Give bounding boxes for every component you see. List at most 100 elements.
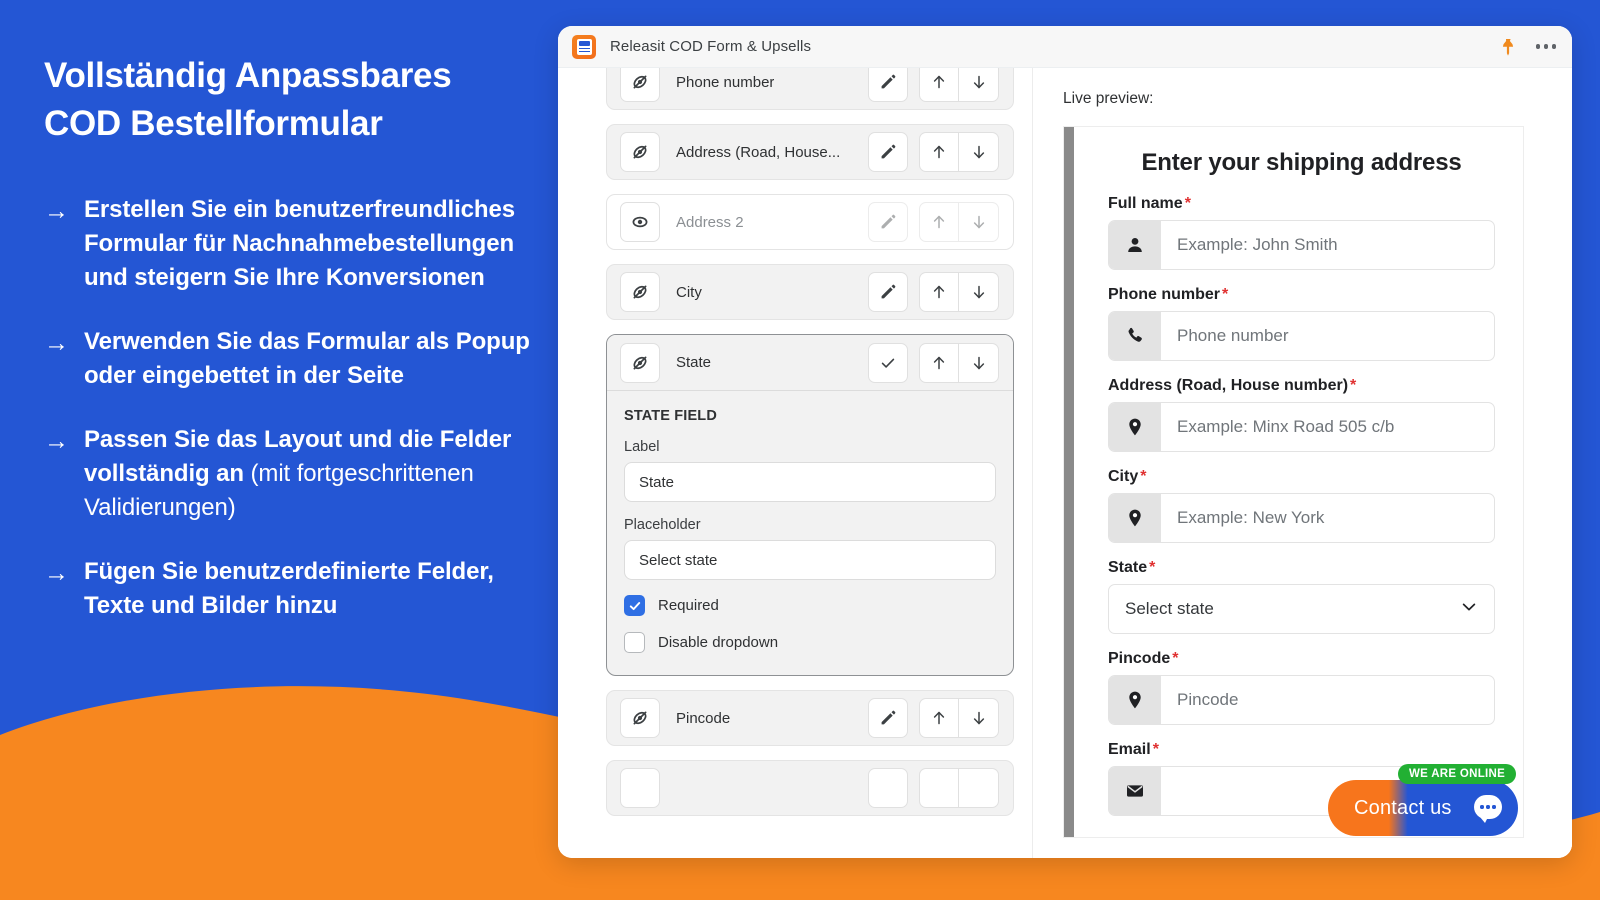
preview-input-address[interactable]: Example: Minx Road 505 c/b	[1108, 402, 1495, 452]
disable-dropdown-label: Disable dropdown	[658, 634, 779, 651]
reorder-buttons	[919, 202, 999, 242]
app-body: Phone number Address (Road, House... Add…	[558, 68, 1572, 858]
marketing-panel: Vollständig Anpassbares COD Bestellformu…	[44, 52, 554, 653]
preview-field-label: Address (Road, House number) *	[1108, 377, 1495, 395]
list-item: → Verwenden Sie das Formular als Popup o…	[44, 325, 554, 393]
eye-off-icon[interactable]	[620, 68, 660, 102]
arrow-up-icon[interactable]	[919, 202, 959, 242]
label-input[interactable]: State	[624, 462, 996, 502]
arrow-up-icon[interactable]	[919, 342, 959, 383]
state-field-header[interactable]: State	[607, 335, 1013, 391]
row-actions	[868, 768, 999, 808]
arrow-down-icon[interactable]	[959, 132, 999, 172]
chat-bubble-icon[interactable]	[1474, 795, 1502, 823]
table-row[interactable]: Pincode	[606, 690, 1014, 746]
label-text: State	[1108, 559, 1148, 576]
state-field-editor-card: State STATE FIELD Label State Placeholde…	[606, 334, 1014, 676]
placeholder-input[interactable]: Select state	[624, 540, 996, 580]
eye-off-icon[interactable]	[620, 698, 660, 738]
eye-off-icon[interactable]	[620, 342, 660, 383]
eye-off-icon[interactable]	[620, 768, 660, 808]
table-row[interactable]: City	[606, 264, 1014, 320]
label-text: Phone number	[1108, 286, 1221, 303]
pencil-icon[interactable]	[868, 768, 908, 808]
pencil-icon[interactable]	[868, 272, 908, 312]
required-checkbox-row[interactable]: Required	[624, 595, 996, 616]
app-title: Releasit COD Form & Upsells	[610, 38, 812, 55]
check-icon[interactable]	[868, 342, 908, 383]
arrow-down-icon[interactable]	[959, 698, 999, 738]
bullet-text: Passen Sie das Layout und die Felder vol…	[84, 423, 554, 525]
pencil-icon[interactable]	[868, 132, 908, 172]
arrow-up-icon[interactable]	[919, 68, 959, 102]
disable-dropdown-checkbox[interactable]	[624, 632, 645, 653]
required-label: Required	[658, 597, 719, 614]
preview-field-label: City *	[1108, 468, 1495, 486]
list-item: → Erstellen Sie ein benutzerfreundliches…	[44, 193, 554, 295]
arrow-up-icon[interactable]	[919, 132, 959, 172]
pencil-icon[interactable]	[868, 202, 908, 242]
titlebar-actions	[1500, 38, 1556, 56]
arrow-right-icon: →	[44, 426, 69, 455]
arrow-down-icon[interactable]	[959, 68, 999, 102]
pencil-icon[interactable]	[868, 698, 908, 738]
row-actions	[868, 698, 999, 738]
select-value: Select state	[1125, 599, 1214, 618]
eye-off-icon[interactable]	[620, 272, 660, 312]
preview-heading: Enter your shipping address	[1141, 149, 1462, 176]
more-options-icon[interactable]	[1535, 44, 1556, 49]
preview-field-label: State *	[1108, 559, 1495, 577]
bullet-bold-text: Erstellen Sie ein benutzerfreundliches F…	[84, 195, 515, 291]
eye-icon[interactable]	[620, 202, 660, 242]
arrow-down-icon[interactable]	[959, 272, 999, 312]
arrow-up-icon[interactable]	[919, 698, 959, 738]
table-row[interactable]: Address 2	[606, 194, 1014, 250]
reorder-buttons	[919, 768, 999, 808]
arrow-down-icon[interactable]	[959, 342, 999, 383]
pencil-icon[interactable]	[868, 68, 908, 102]
contact-us-widget[interactable]: Contact us WE ARE ONLINE	[1328, 764, 1518, 836]
table-row[interactable]: Phone number	[606, 68, 1014, 110]
app-titlebar: Releasit COD Form & Upsells	[558, 26, 1572, 68]
arrow-up-icon[interactable]	[919, 768, 959, 808]
required-asterisk: *	[1350, 377, 1357, 394]
label-text: Pincode	[1108, 650, 1171, 667]
bullet-text: Fügen Sie benutzerdefinierte Felder, Tex…	[84, 555, 554, 623]
preview-input-phone[interactable]: Phone number	[1108, 311, 1495, 361]
row-actions	[868, 68, 999, 102]
row-actions	[868, 202, 999, 242]
label-text: Full name	[1108, 195, 1183, 212]
preview-field-label: Full name *	[1108, 195, 1495, 213]
arrow-right-icon: →	[44, 328, 69, 357]
chevron-down-icon	[1460, 598, 1478, 621]
placeholder-caption: Placeholder	[624, 517, 701, 533]
arrow-down-icon[interactable]	[959, 202, 999, 242]
table-row[interactable]: Address (Road, House...	[606, 124, 1014, 180]
arrow-down-icon[interactable]	[959, 768, 999, 808]
mail-icon	[1109, 767, 1161, 815]
table-row[interactable]	[606, 760, 1014, 816]
required-checkbox[interactable]	[624, 595, 645, 616]
preview-field-label: Pincode *	[1108, 650, 1495, 668]
preview-scrollbar[interactable]	[1064, 127, 1074, 837]
label-text: Email	[1108, 741, 1151, 758]
preview-select-state[interactable]: Select state	[1108, 584, 1495, 634]
person-icon	[1109, 221, 1161, 269]
required-asterisk: *	[1140, 468, 1147, 485]
row-actions	[868, 272, 999, 312]
eye-off-icon[interactable]	[620, 132, 660, 172]
placeholder-text: Phone number	[1177, 326, 1289, 345]
preview-input-city[interactable]: Example: New York	[1108, 493, 1495, 543]
preview-input-pincode[interactable]: Pincode	[1108, 675, 1495, 725]
app-window: Releasit COD Form & Upsells Phone number	[558, 26, 1572, 858]
arrow-up-icon[interactable]	[919, 272, 959, 312]
placeholder-text: Example: John Smith	[1177, 235, 1338, 254]
preview-input-full-name[interactable]: Example: John Smith	[1108, 220, 1495, 270]
bullet-text: Erstellen Sie ein benutzerfreundliches F…	[84, 193, 554, 295]
label-text: City	[1108, 468, 1139, 485]
disable-dropdown-checkbox-row[interactable]: Disable dropdown	[624, 632, 996, 653]
pin-icon[interactable]	[1500, 38, 1516, 56]
placeholder-text: Example: New York	[1177, 508, 1325, 527]
bullet-bold-text: Verwenden Sie das Formular als Popup ode…	[84, 327, 530, 389]
page-title: Vollständig Anpassbares COD Bestellformu…	[44, 56, 452, 144]
